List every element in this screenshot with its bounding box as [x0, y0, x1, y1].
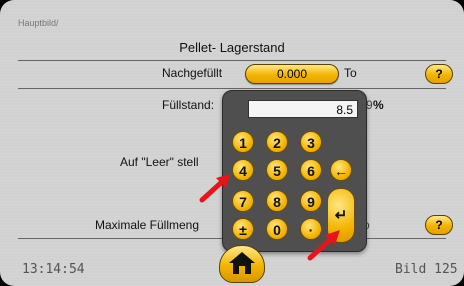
- help-button-bottom[interactable]: ?: [425, 215, 453, 235]
- refilled-label: Nachgefüllt: [162, 66, 223, 80]
- plus-minus-key[interactable]: ±: [232, 218, 254, 240]
- page-number: Bild 125: [395, 262, 458, 277]
- help-button-top[interactable]: ?: [425, 64, 453, 84]
- key-8[interactable]: 8: [266, 190, 288, 212]
- clock-time: 13:14:54: [22, 262, 85, 277]
- page-title: Pellet- Lagerstand: [179, 40, 285, 55]
- fill-level-unit: %: [373, 98, 384, 112]
- refilled-unit: To: [344, 66, 357, 80]
- max-fill-label: Maximale Füllmeng: [95, 218, 200, 232]
- home-icon: [229, 252, 255, 274]
- key-3[interactable]: 3: [300, 131, 322, 153]
- key-6[interactable]: 6: [300, 159, 322, 181]
- keypad-display: 8.5: [248, 100, 358, 118]
- home-button[interactable]: [219, 245, 265, 283]
- key-5[interactable]: 5: [266, 159, 288, 181]
- title-divider: [18, 60, 446, 61]
- backspace-key[interactable]: ←: [330, 159, 352, 181]
- key-9[interactable]: 9: [300, 190, 322, 212]
- annotation-arrow-icon-right: [307, 230, 340, 261]
- key-2[interactable]: 2: [266, 131, 288, 153]
- set-empty-label[interactable]: Auf "Leer" stell: [120, 155, 199, 169]
- annotation-arrow-icon-left: [199, 174, 230, 203]
- breadcrumb[interactable]: Hauptbild/: [18, 18, 59, 28]
- key-1[interactable]: 1: [232, 131, 254, 153]
- refilled-value-button[interactable]: 0.000: [245, 64, 339, 84]
- fill-level-partial-value: 9: [366, 98, 373, 112]
- screen: Hauptbild/ Pellet- Lagerstand Nachgefüll…: [0, 0, 464, 286]
- fill-level-label: Füllstand:: [162, 98, 215, 112]
- row-divider-1: [18, 88, 446, 89]
- key-0[interactable]: 0: [266, 218, 288, 240]
